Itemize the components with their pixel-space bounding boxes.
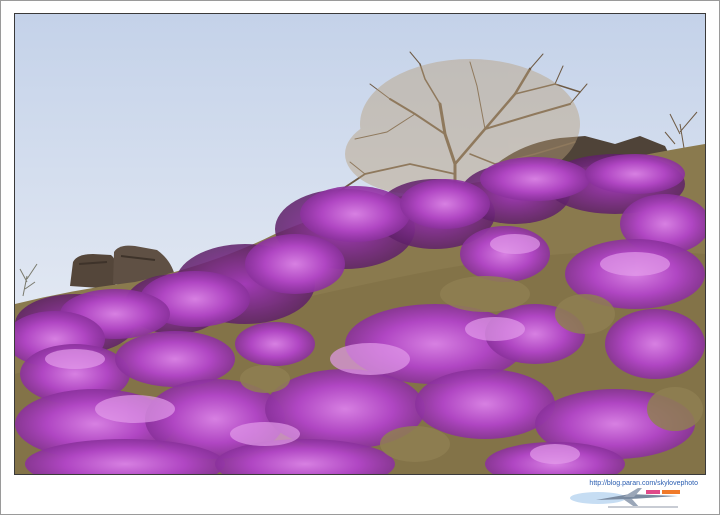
landscape-photo: [15, 14, 705, 474]
photo: [14, 13, 706, 475]
watermark: http://blog.paran.com/skylovephoto: [568, 480, 698, 512]
airplane-logo-icon: [570, 488, 680, 508]
